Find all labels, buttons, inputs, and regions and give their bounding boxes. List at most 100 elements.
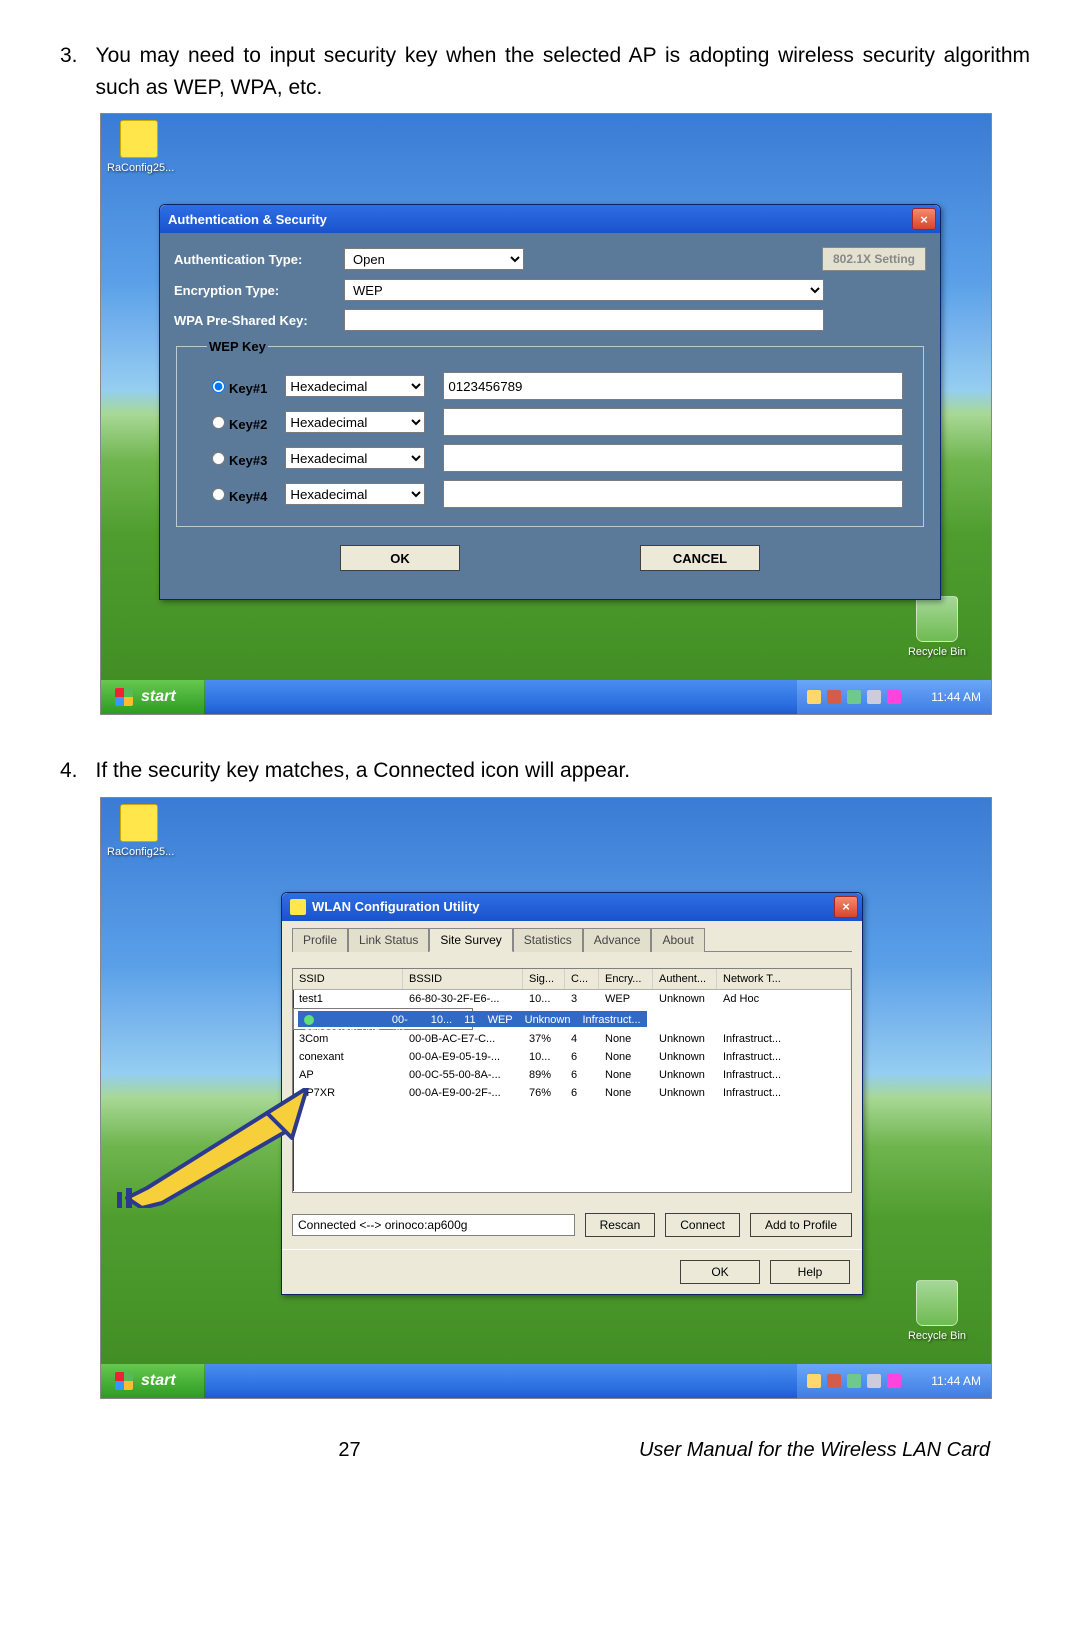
col-bssid[interactable]: BSSID bbox=[403, 969, 523, 989]
encryption-type-select[interactable]: WEP bbox=[344, 279, 824, 301]
screenshot-site-survey: RaConfig25... Recycle Bin WLAN Configura… bbox=[100, 797, 992, 1399]
rescan-button[interactable]: Rescan bbox=[585, 1213, 656, 1237]
tray-icon[interactable] bbox=[827, 690, 841, 704]
dialog-titlebar[interactable]: Authentication & Security × bbox=[160, 205, 940, 233]
windows-flag-icon bbox=[115, 1372, 133, 1390]
table-cell: 10... bbox=[425, 1011, 458, 1027]
wep-key-1-radio-label[interactable]: Key#1 bbox=[207, 377, 267, 396]
wep-key-2-format[interactable]: Hexadecimal bbox=[285, 411, 425, 433]
table-row[interactable]: 3Com00-0B-AC-E7-C...37%4NoneUnknownInfra… bbox=[293, 1030, 851, 1048]
tray-icon[interactable] bbox=[867, 690, 881, 704]
table-cell: 66-80-30-2F-E6-... bbox=[403, 990, 523, 1008]
tray-icon[interactable] bbox=[827, 1374, 841, 1388]
tray-icon[interactable] bbox=[847, 690, 861, 704]
wep-key-2-row: Key#2 Hexadecimal bbox=[207, 408, 903, 436]
wep-key-legend: WEP Key bbox=[207, 339, 268, 354]
table-row[interactable]: AP7XR00-0A-E9-00-2F-...76%6NoneUnknownIn… bbox=[293, 1084, 851, 1102]
table-cell: None bbox=[599, 1066, 653, 1084]
tab-site-survey[interactable]: Site Survey bbox=[429, 928, 512, 952]
auth-type-select[interactable]: Open bbox=[344, 248, 524, 270]
col-channel[interactable]: C... bbox=[565, 969, 599, 989]
tray-icon[interactable] bbox=[887, 1374, 901, 1388]
wep-key-3-input[interactable] bbox=[443, 444, 903, 472]
start-button[interactable]: start bbox=[101, 680, 205, 714]
recycle-bin[interactable]: Recycle Bin bbox=[901, 596, 973, 658]
system-tray[interactable]: 11:44 AM bbox=[797, 680, 991, 714]
recycle-bin[interactable]: Recycle Bin bbox=[901, 1280, 973, 1342]
step-3: 3. You may need to input security key wh… bbox=[60, 40, 1030, 103]
desktop-shortcut-raconfig[interactable]: RaConfig25... bbox=[107, 120, 171, 174]
tab-link-status[interactable]: Link Status bbox=[348, 928, 429, 952]
tray-icon[interactable] bbox=[867, 1374, 881, 1388]
table-cell: 76% bbox=[523, 1084, 565, 1102]
wep-key-2-radio[interactable] bbox=[212, 416, 225, 429]
help-button[interactable]: Help bbox=[770, 1260, 850, 1284]
tray-icon[interactable] bbox=[887, 690, 901, 704]
tab-profile[interactable]: Profile bbox=[292, 928, 348, 952]
table-cell: 00-0C-55-00-8A-... bbox=[403, 1066, 523, 1084]
tray-icon[interactable] bbox=[807, 1374, 821, 1388]
table-cell: Ad Hoc bbox=[717, 990, 851, 1008]
connect-button[interactable]: Connect bbox=[665, 1213, 740, 1237]
add-to-profile-button[interactable]: Add to Profile bbox=[750, 1213, 852, 1237]
tray-icon[interactable] bbox=[807, 690, 821, 704]
wep-key-3-format[interactable]: Hexadecimal bbox=[285, 447, 425, 469]
wep-key-1-radio[interactable] bbox=[212, 380, 225, 393]
table-cell: conexant bbox=[293, 1048, 403, 1066]
tab-statistics[interactable]: Statistics bbox=[513, 928, 583, 952]
table-row[interactable]: orinoco:ap600g00-20-A6-4F-4D-...10...11W… bbox=[293, 1008, 473, 1030]
wpa-psk-input[interactable] bbox=[344, 309, 824, 331]
start-button[interactable]: start bbox=[101, 1364, 205, 1398]
ok-button[interactable]: OK bbox=[680, 1260, 760, 1284]
wep-key-4-input[interactable] bbox=[443, 480, 903, 508]
recycle-bin-label: Recycle Bin bbox=[901, 1330, 973, 1342]
wep-key-3-radio-label[interactable]: Key#3 bbox=[207, 449, 267, 468]
tab-about[interactable]: About bbox=[651, 928, 704, 952]
cancel-button[interactable]: CANCEL bbox=[640, 545, 760, 571]
tab-advance[interactable]: Advance bbox=[583, 928, 652, 952]
table-cell: 6 bbox=[565, 1048, 599, 1066]
step-4-number: 4. bbox=[60, 755, 78, 787]
clock: 11:44 AM bbox=[931, 690, 981, 704]
table-cell: test1 bbox=[293, 990, 403, 1008]
recycle-bin-label: Recycle Bin bbox=[901, 646, 973, 658]
taskbar: start 11:44 AM bbox=[101, 680, 991, 714]
col-signal[interactable]: Sig... bbox=[523, 969, 565, 989]
dialog-titlebar[interactable]: WLAN Configuration Utility × bbox=[282, 893, 862, 921]
table-cell: 00-0A-E9-00-2F-... bbox=[403, 1084, 523, 1102]
table-row[interactable]: test166-80-30-2F-E6-...10...3WEPUnknownA… bbox=[293, 990, 851, 1008]
callout-arrow-icon bbox=[117, 1088, 317, 1208]
table-cell: 3Com bbox=[293, 1030, 403, 1048]
tray-icon[interactable] bbox=[847, 1374, 861, 1388]
raconfig-icon bbox=[120, 804, 158, 842]
wep-key-3-row: Key#3 Hexadecimal bbox=[207, 444, 903, 472]
col-network-type[interactable]: Network T... bbox=[717, 969, 851, 989]
wep-key-1-input[interactable] bbox=[443, 372, 903, 400]
windows-flag-icon bbox=[115, 688, 133, 706]
wep-key-2-radio-label[interactable]: Key#2 bbox=[207, 413, 267, 432]
wep-key-4-radio-label[interactable]: Key#4 bbox=[207, 485, 267, 504]
col-ssid[interactable]: SSID bbox=[293, 969, 403, 989]
table-row[interactable]: AP00-0C-55-00-8A-...89%6NoneUnknownInfra… bbox=[293, 1066, 851, 1084]
close-icon[interactable]: × bbox=[912, 208, 936, 230]
dialog-title: Authentication & Security bbox=[168, 212, 327, 227]
network-list[interactable]: SSID BSSID Sig... C... Encry... Authent.… bbox=[292, 968, 852, 1193]
ok-button[interactable]: OK bbox=[340, 545, 460, 571]
wep-key-1-format[interactable]: Hexadecimal bbox=[285, 375, 425, 397]
desktop-shortcut-raconfig[interactable]: RaConfig25... bbox=[107, 804, 171, 858]
system-tray[interactable]: 11:44 AM bbox=[797, 1364, 991, 1398]
wep-key-3-radio[interactable] bbox=[212, 452, 225, 465]
table-cell: Unknown bbox=[653, 1084, 717, 1102]
dialog-title: WLAN Configuration Utility bbox=[312, 899, 480, 914]
wep-key-4-radio[interactable] bbox=[212, 488, 225, 501]
col-encryption[interactable]: Encry... bbox=[599, 969, 653, 989]
table-cell: Infrastruct... bbox=[717, 1084, 851, 1102]
wep-key-2-input[interactable] bbox=[443, 408, 903, 436]
table-row[interactable]: conexant00-0A-E9-05-19-...10...6NoneUnkn… bbox=[293, 1048, 851, 1066]
close-icon[interactable]: × bbox=[834, 896, 858, 918]
list-header: SSID BSSID Sig... C... Encry... Authent.… bbox=[293, 969, 851, 990]
col-auth[interactable]: Authent... bbox=[653, 969, 717, 989]
clock: 11:44 AM bbox=[931, 1374, 981, 1388]
wep-key-4-format[interactable]: Hexadecimal bbox=[285, 483, 425, 505]
start-label: start bbox=[141, 688, 176, 706]
